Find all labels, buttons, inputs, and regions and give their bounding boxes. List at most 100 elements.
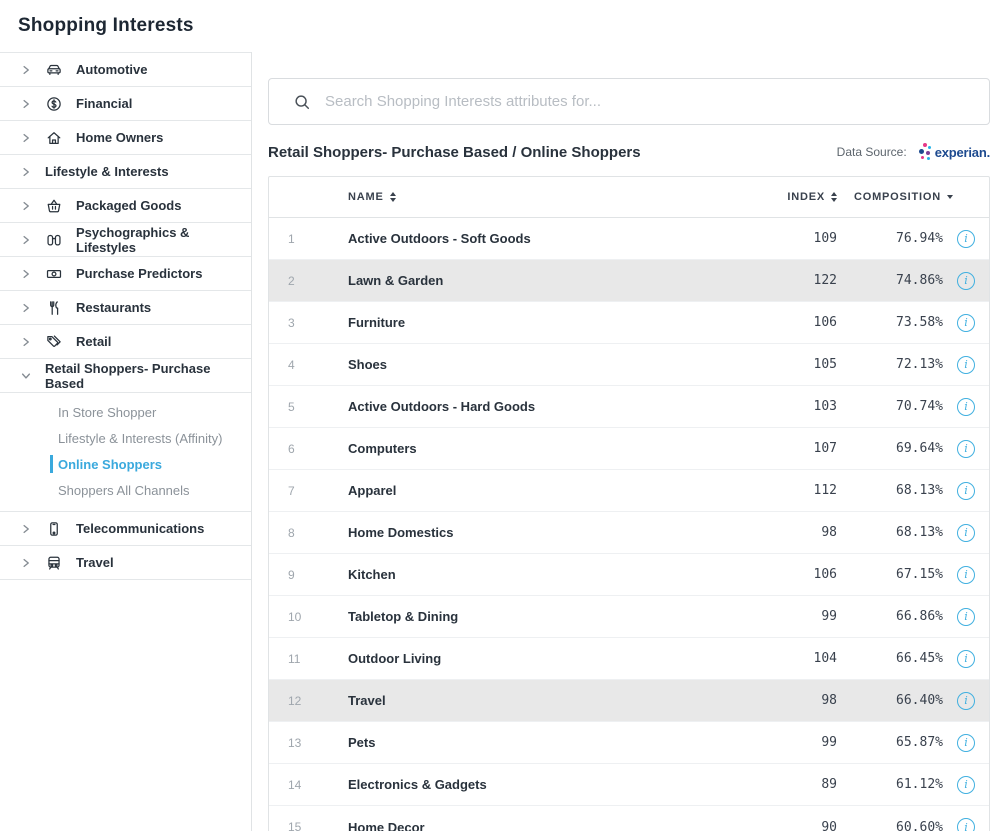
sidebar-item-retail-shoppers-purchase-based[interactable]: Retail Shoppers- Purchase Based [0, 359, 251, 393]
table-row[interactable]: 11Outdoor Living10466.45%i [269, 638, 989, 680]
row-index: 90 [755, 820, 837, 831]
info-icon[interactable]: i [957, 230, 975, 248]
banknote-icon [45, 265, 63, 283]
sidebar-item-home-owners[interactable]: Home Owners [0, 121, 251, 155]
sidebar: AutomotiveFinancialHome OwnersLifestyle … [0, 52, 252, 831]
sidebar-item-retail[interactable]: Retail [0, 325, 251, 359]
sidebar-item-label: Retail Shoppers- Purchase Based [45, 361, 251, 391]
info-icon[interactable]: i [957, 818, 975, 831]
info-icon[interactable]: i [957, 608, 975, 626]
table-row[interactable]: 3Furniture10673.58%i [269, 302, 989, 344]
row-name: Lawn & Garden [329, 273, 755, 288]
row-name: Home Domestics [329, 525, 755, 540]
sidebar-item-label: Travel [76, 555, 114, 570]
table-row[interactable]: 12Travel9866.40%i [269, 680, 989, 722]
row-info-cell: i [943, 650, 989, 668]
table-row[interactable]: 13Pets9965.87%i [269, 722, 989, 764]
row-info-cell: i [943, 398, 989, 416]
row-index: 122 [755, 273, 837, 288]
row-composition: 74.86% [837, 273, 943, 288]
chevron-right-icon [20, 64, 32, 76]
column-label: COMPOSITION [854, 191, 941, 203]
table-row[interactable]: 4Shoes10572.13%i [269, 344, 989, 386]
table-row[interactable]: 10Tabletop & Dining9966.86%i [269, 596, 989, 638]
row-index: 106 [755, 567, 837, 582]
chevron-right-icon [20, 523, 32, 535]
sidebar-item-label: Packaged Goods [76, 198, 181, 213]
table-row[interactable]: 15Home Decor9060.60%i [269, 806, 989, 831]
sidebar-subitem-online-shoppers[interactable]: Online Shoppers [0, 451, 251, 477]
row-name: Active Outdoors - Soft Goods [329, 231, 755, 246]
sidebar-subitem-label: In Store Shopper [58, 405, 156, 420]
row-info-cell: i [943, 692, 989, 710]
info-icon[interactable]: i [957, 314, 975, 332]
row-composition: 69.64% [837, 441, 943, 456]
row-info-cell: i [943, 356, 989, 374]
table-row[interactable]: 8Home Domestics9868.13%i [269, 512, 989, 554]
sidebar-item-automotive[interactable]: Automotive [0, 53, 251, 87]
row-composition: 76.94% [837, 231, 943, 246]
chevron-right-icon [20, 557, 32, 569]
info-icon[interactable]: i [957, 482, 975, 500]
sidebar-item-restaurants[interactable]: Restaurants [0, 291, 251, 325]
row-rank: 7 [269, 484, 329, 498]
table-row[interactable]: 14Electronics & Gadgets8961.12%i [269, 764, 989, 806]
table-row[interactable]: 9Kitchen10667.15%i [269, 554, 989, 596]
info-icon[interactable]: i [957, 440, 975, 458]
row-info-cell: i [943, 272, 989, 290]
mobile-phone-icon [45, 520, 63, 538]
sidebar-item-telecommunications[interactable]: Telecommunications [0, 512, 251, 546]
sidebar-item-purchase-predictors[interactable]: Purchase Predictors [0, 257, 251, 291]
info-icon[interactable]: i [957, 272, 975, 290]
sidebar-item-financial[interactable]: Financial [0, 87, 251, 121]
row-name: Home Decor [329, 820, 755, 831]
sidebar-item-lifestyle-interests[interactable]: Lifestyle & Interests [0, 155, 251, 189]
row-name: Computers [329, 441, 755, 456]
info-icon[interactable]: i [957, 734, 975, 752]
sidebar-item-label: Financial [76, 96, 132, 111]
table-row[interactable]: 2Lawn & Garden12274.86%i [269, 260, 989, 302]
sidebar-item-travel[interactable]: Travel [0, 546, 251, 580]
table-row[interactable]: 5Active Outdoors - Hard Goods10370.74%i [269, 386, 989, 428]
info-icon[interactable]: i [957, 356, 975, 374]
row-index: 89 [755, 777, 837, 792]
experian-wordmark: experian. [935, 145, 990, 160]
sidebar-subitem-in-store-shopper[interactable]: In Store Shopper [0, 399, 251, 425]
bus-icon [45, 554, 63, 572]
column-header-index[interactable]: INDEX [755, 191, 837, 203]
experian-dots-icon [919, 143, 932, 161]
sidebar-item-label: Psychographics & Lifestyles [76, 225, 251, 255]
column-header-name[interactable]: NAME [329, 191, 755, 203]
row-composition: 66.45% [837, 651, 943, 666]
row-composition: 72.13% [837, 357, 943, 372]
sidebar-item-label: Restaurants [76, 300, 151, 315]
info-icon[interactable]: i [957, 692, 975, 710]
row-index: 98 [755, 693, 837, 708]
info-icon[interactable]: i [957, 566, 975, 584]
row-rank: 10 [269, 610, 329, 624]
info-icon[interactable]: i [957, 776, 975, 794]
row-info-cell: i [943, 734, 989, 752]
basket-icon [45, 197, 63, 215]
search-input[interactable] [325, 93, 975, 110]
column-header-composition[interactable]: COMPOSITION [837, 191, 989, 203]
table-row[interactable]: 1Active Outdoors - Soft Goods10976.94%i [269, 218, 989, 260]
row-composition: 66.40% [837, 693, 943, 708]
row-info-cell: i [943, 818, 989, 831]
sidebar-item-packaged-goods[interactable]: Packaged Goods [0, 189, 251, 223]
info-icon[interactable]: i [957, 398, 975, 416]
table-body: 1Active Outdoors - Soft Goods10976.94%i2… [269, 218, 989, 831]
info-icon[interactable]: i [957, 524, 975, 542]
content-header: Retail Shoppers- Purchase Based / Online… [268, 143, 990, 161]
sidebar-subitem-lifestyle-interests-affinity[interactable]: Lifestyle & Interests (Affinity) [0, 425, 251, 451]
row-info-cell: i [943, 776, 989, 794]
table-row[interactable]: 7Apparel11268.13%i [269, 470, 989, 512]
sidebar-subitem-shoppers-all-channels[interactable]: Shoppers All Channels [0, 477, 251, 503]
table-row[interactable]: 6Computers10769.64%i [269, 428, 989, 470]
sidebar-item-label: Retail [76, 334, 111, 349]
info-icon[interactable]: i [957, 650, 975, 668]
sidebar-item-psychographics-lifestyles[interactable]: Psychographics & Lifestyles [0, 223, 251, 257]
row-rank: 15 [269, 820, 329, 831]
sidebar-list: AutomotiveFinancialHome OwnersLifestyle … [0, 52, 251, 580]
page-header: Shopping Interests [0, 0, 1000, 52]
